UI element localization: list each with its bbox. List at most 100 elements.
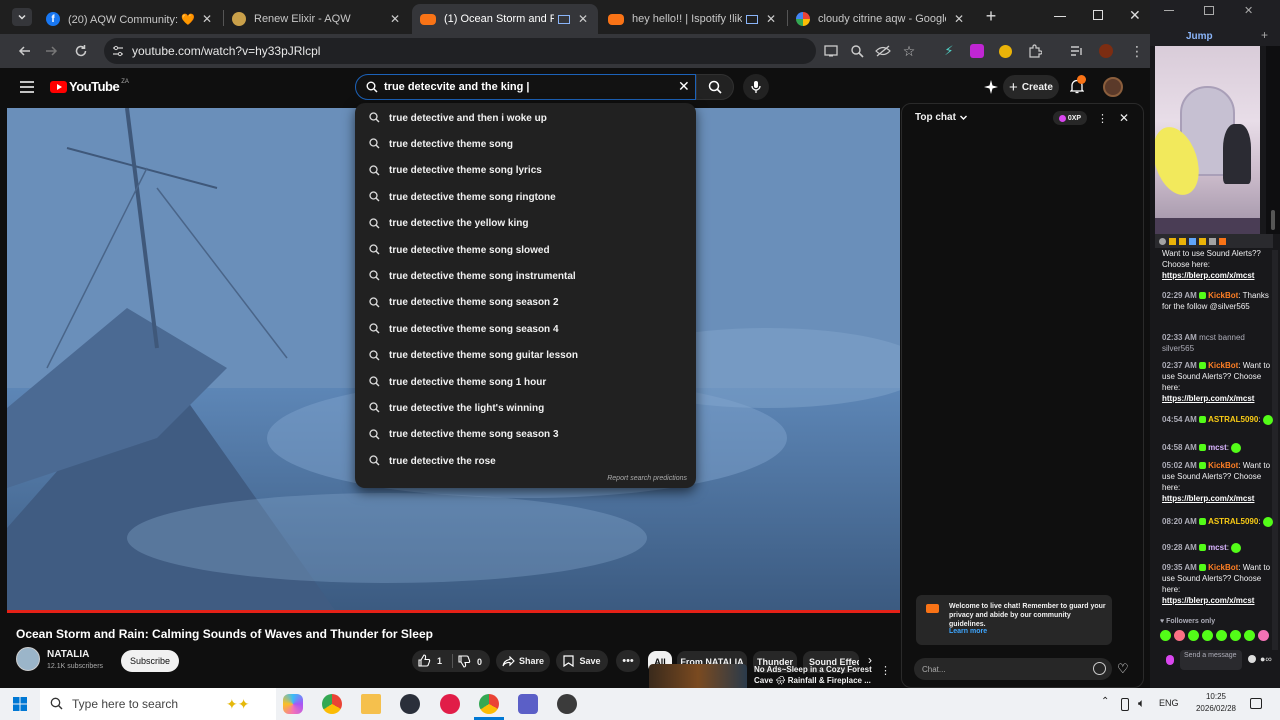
channel-avatar[interactable] <box>16 647 40 671</box>
search-suggestion[interactable]: true detective the light's winning <box>355 395 696 421</box>
voice-search-button[interactable] <box>743 74 769 100</box>
jump-link[interactable]: Jump <box>1186 31 1213 42</box>
tab-search-button[interactable] <box>12 8 32 26</box>
close-icon[interactable]: ✕ <box>200 12 214 26</box>
forward-icon[interactable] <box>42 42 60 60</box>
chrome-active-app-icon[interactable] <box>479 694 499 714</box>
top-chat-dropdown[interactable]: Top chat <box>915 112 968 123</box>
search-suggestion[interactable]: true detective theme song slowed <box>355 237 696 263</box>
clear-search-icon[interactable]: ✕ <box>678 78 690 95</box>
maximize-button[interactable] <box>1093 10 1103 20</box>
notification-center-icon[interactable] <box>1250 698 1262 709</box>
panel-scrollbar[interactable] <box>1271 210 1275 230</box>
chrome-app-icon[interactable] <box>322 694 342 714</box>
close-window-button[interactable]: ✕ <box>1129 7 1141 24</box>
media-control-icon[interactable] <box>1068 42 1086 60</box>
like-button[interactable]: 1 <box>418 654 442 667</box>
site-settings-icon[interactable] <box>112 45 124 57</box>
clock[interactable]: 10:25 2026/02/28 <box>1190 691 1242 715</box>
minimize-button[interactable] <box>1054 16 1066 17</box>
close-icon[interactable]: ✕ <box>952 12 966 26</box>
teams-app-icon[interactable] <box>518 694 538 714</box>
search-button[interactable] <box>696 74 734 100</box>
extension-icon-1[interactable]: ⚡ <box>940 42 958 60</box>
recommended-title[interactable]: No Ads~Sleep in a Cozy Forest Cave 🌧 Rai… <box>754 664 876 686</box>
account-avatar[interactable] <box>1103 77 1123 97</box>
browser-tab-spotify[interactable]: hey hello!! | Ispotify !likesp ✕ <box>600 4 786 34</box>
dislike-button[interactable]: 0 <box>458 655 482 668</box>
message-link[interactable]: https://blerp.com/x/mcst <box>1162 271 1254 280</box>
emoji-icon[interactable] <box>1093 662 1106 675</box>
browser-tab-renew-elixir[interactable]: Renew Elixir - AQW ✕ <box>224 4 410 34</box>
profile-avatar[interactable] <box>1097 42 1115 60</box>
channel-name[interactable]: NATALIA <box>47 649 89 660</box>
recommended-thumbnail[interactable] <box>649 664 747 688</box>
game-stream-preview[interactable] <box>1155 46 1260 234</box>
search-suggestion[interactable]: true detective theme song guitar lesson <box>355 343 696 369</box>
save-button[interactable]: Save <box>556 650 608 672</box>
language-indicator[interactable]: ENG <box>1159 698 1179 708</box>
taskbar-search-input[interactable]: Type here to search ✦✦ <box>40 688 276 720</box>
gift-icon[interactable] <box>1166 655 1174 665</box>
more-actions-button[interactable]: ••• <box>616 650 640 672</box>
create-button[interactable]: + Create <box>1003 75 1059 99</box>
message-username[interactable]: KickBot <box>1208 563 1238 572</box>
search-suggestion[interactable]: true detective theme song <box>355 131 696 157</box>
message-username[interactable]: mcst <box>1208 443 1227 452</box>
ai-sparkle-icon[interactable] <box>984 80 998 94</box>
back-icon[interactable] <box>16 42 34 60</box>
search-input[interactable]: true detecvite and the king | ✕ <box>355 74 696 100</box>
search-suggestion[interactable]: true detective the yellow king <box>355 211 696 237</box>
eye-off-icon[interactable] <box>874 42 892 60</box>
obs-app-icon[interactable] <box>557 694 577 714</box>
copilot-app-icon[interactable] <box>283 694 303 714</box>
popout-restore-button[interactable] <box>1204 6 1214 15</box>
extension-icon-3[interactable] <box>996 42 1014 60</box>
browser-tab-google-search[interactable]: cloudy citrine aqw - Google Se ✕ <box>788 4 974 34</box>
steam-app-icon[interactable] <box>400 694 420 714</box>
windows-start-icon[interactable] <box>13 697 27 711</box>
report-predictions-link[interactable]: Report search predictions <box>607 475 687 482</box>
search-suggestion[interactable]: true detective theme song season 2 <box>355 290 696 316</box>
chat-scrollbar[interactable] <box>1135 134 1141 654</box>
chat-settings-icon[interactable] <box>1248 655 1256 663</box>
learn-more-link[interactable]: Learn more <box>949 628 987 635</box>
search-suggestion[interactable]: true detective theme song lyrics <box>355 158 696 184</box>
progress-bar[interactable] <box>7 610 900 613</box>
message-username[interactable]: ASTRAL5090 <box>1208 415 1258 424</box>
popout-minimize-button[interactable] <box>1164 10 1174 11</box>
search-suggestion[interactable]: true detective and then i woke up <box>355 105 696 131</box>
close-icon[interactable]: ✕ <box>576 12 590 26</box>
search-suggestion[interactable]: true detective theme song instrumental <box>355 263 696 289</box>
message-username[interactable]: KickBot <box>1208 361 1238 370</box>
search-suggestion[interactable]: true detective theme song ringtone <box>355 184 696 210</box>
close-chat-icon[interactable]: ✕ <box>1119 111 1129 125</box>
search-suggestion[interactable]: true detective theme song season 3 <box>355 422 696 448</box>
popout-add-icon[interactable]: + <box>1261 28 1268 42</box>
share-button[interactable]: Share <box>496 650 550 672</box>
emote-strip[interactable] <box>1160 630 1269 641</box>
extension-icon-2[interactable] <box>968 42 986 60</box>
app-icon-5[interactable] <box>440 694 460 714</box>
chat-input[interactable]: Chat... <box>914 658 1112 680</box>
address-bar[interactable]: youtube.com/watch?v=hy33pJRlcpl <box>104 38 816 64</box>
volume-icon[interactable]: 🔈︎ <box>1138 696 1145 711</box>
zoom-icon[interactable] <box>848 42 866 60</box>
battery-icon[interactable] <box>1121 698 1129 711</box>
close-icon[interactable]: ✕ <box>388 12 402 26</box>
message-username[interactable]: ASTRAL5090 <box>1208 517 1258 526</box>
close-icon[interactable]: ✕ <box>764 12 778 26</box>
browser-menu-icon[interactable]: ⋮ <box>1128 42 1146 60</box>
recommended-menu-icon[interactable]: ⋮ <box>880 664 891 677</box>
message-link[interactable]: https://blerp.com/x/mcst <box>1162 494 1254 503</box>
super-chat-heart-icon[interactable]: ♡ <box>1117 661 1129 677</box>
message-link[interactable]: https://blerp.com/x/mcst <box>1162 596 1254 605</box>
popout-close-button[interactable]: ✕ <box>1244 4 1253 17</box>
browser-tab-aqw-community[interactable]: f (20) AQW Community: 🧡 LOV ✕ <box>38 4 222 34</box>
users-icon[interactable]: ●∞ <box>1260 654 1272 664</box>
search-suggestion[interactable]: true detective theme song 1 hour <box>355 369 696 395</box>
points-badge[interactable]: 0XP <box>1053 111 1087 125</box>
message-username[interactable]: mcst <box>1208 543 1227 552</box>
send-message-input[interactable]: Send a message <box>1180 650 1242 670</box>
reload-icon[interactable] <box>72 42 90 60</box>
